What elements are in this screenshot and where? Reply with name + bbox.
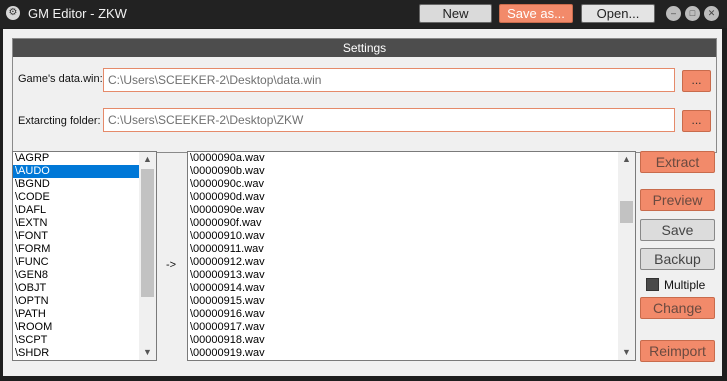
settings-group: Settings Game's data.win: C:\Users\SCEEK… [12, 38, 717, 153]
data-win-field[interactable]: C:\Users\SCEEKER-2\Desktop\data.win [103, 68, 675, 92]
list-item[interactable]: \0000090d.wav [188, 191, 635, 204]
list-item[interactable]: \FONT [13, 230, 156, 243]
list-item[interactable]: \BGND [13, 178, 156, 191]
change-button[interactable]: Change [640, 297, 715, 319]
extract-folder-label: Extarcting folder: [18, 115, 101, 127]
settings-title: Settings [13, 39, 716, 57]
scroll-down-icon[interactable]: ▼ [139, 345, 156, 360]
multiple-checkbox[interactable] [646, 278, 659, 291]
list-item[interactable]: \FUNC [13, 256, 156, 269]
arrow-label: -> [166, 259, 177, 271]
list-item[interactable]: \GEN8 [13, 269, 156, 282]
scroll-thumb[interactable] [620, 201, 633, 223]
list-item[interactable]: \00000919.wav [188, 347, 635, 360]
browse-extract-folder-button[interactable]: ... [682, 110, 711, 132]
client-area: Settings Game's data.win: C:\Users\SCEEK… [3, 29, 722, 376]
minimize-button[interactable]: – [666, 6, 681, 21]
list-item[interactable]: \00000911.wav [188, 243, 635, 256]
multiple-label: Multiple [664, 278, 706, 292]
gear-icon: ⚙ [6, 6, 20, 20]
list-item[interactable]: \EXTN [13, 217, 156, 230]
file-list[interactable]: \0000090a.wav \0000090b.wav \0000090c.wav \… [187, 151, 636, 361]
window-title: GM Editor - ZKW [28, 6, 127, 21]
list-item[interactable]: \PATH [13, 308, 156, 321]
close-icon: ✕ [707, 8, 716, 18]
save-button[interactable]: Save [640, 219, 715, 241]
list-item[interactable]: \00000910.wav [188, 230, 635, 243]
app-window: ⚙ GM Editor - ZKW New Save as... Open...… [0, 0, 727, 381]
data-win-label: Game's data.win: [18, 73, 103, 85]
list-item[interactable]: \0000090e.wav [188, 204, 635, 217]
list-item[interactable]: \00000916.wav [188, 308, 635, 321]
maximize-icon: □ [689, 8, 696, 18]
maximize-button[interactable]: □ [685, 6, 700, 21]
list-item[interactable]: \00000918.wav [188, 334, 635, 347]
extract-folder-field[interactable]: C:\Users\SCEEKER-2\Desktop\ZKW [103, 108, 675, 132]
list-item[interactable]: \00000914.wav [188, 282, 635, 295]
list-item[interactable]: \AGRP [13, 152, 156, 165]
title-bar: ⚙ GM Editor - ZKW New Save as... Open...… [0, 0, 727, 28]
list-item[interactable]: \0000090b.wav [188, 165, 635, 178]
file-list-scrollbar[interactable]: ▲ ▼ [618, 152, 635, 360]
scroll-thumb[interactable] [141, 169, 154, 297]
list-item[interactable]: \00000912.wav [188, 256, 635, 269]
list-item[interactable]: \0000090a.wav [188, 152, 635, 165]
file-items: \0000090a.wav \0000090b.wav \0000090c.wav \… [188, 152, 635, 360]
list-item[interactable]: \0000090f.wav [188, 217, 635, 230]
scroll-up-icon[interactable]: ▲ [139, 152, 156, 167]
minimize-icon: – [670, 8, 676, 18]
new-button[interactable]: New [419, 4, 492, 23]
open-button[interactable]: Open... [581, 4, 655, 23]
list-item[interactable]: \00000913.wav [188, 269, 635, 282]
list-item[interactable]: \SHDR [13, 347, 156, 360]
reimport-button[interactable]: Reimport [640, 340, 715, 362]
scroll-up-icon[interactable]: ▲ [618, 152, 635, 167]
list-item[interactable]: \CODE [13, 191, 156, 204]
chunk-items: \AGRP \AUDO \BGND \CODE \DAFL \EXTN \FONT \FORM… [13, 152, 156, 360]
save-as-button[interactable]: Save as... [499, 4, 573, 23]
backup-button[interactable]: Backup [640, 248, 715, 270]
scroll-down-icon[interactable]: ▼ [618, 345, 635, 360]
extract-button[interactable]: Extract [640, 151, 715, 173]
list-item[interactable]: \FORM [13, 243, 156, 256]
list-item[interactable]: \DAFL [13, 204, 156, 217]
preview-button[interactable]: Preview [640, 189, 715, 211]
list-item[interactable]: \OPTN [13, 295, 156, 308]
close-button[interactable]: ✕ [704, 6, 719, 21]
list-item[interactable]: \OBJT [13, 282, 156, 295]
list-item[interactable]: \0000090c.wav [188, 178, 635, 191]
chunk-list-scrollbar[interactable]: ▲ ▼ [139, 152, 156, 360]
list-item[interactable]: \00000917.wav [188, 321, 635, 334]
list-item[interactable]: \AUDO [13, 165, 156, 178]
chunk-list[interactable]: \AGRP \AUDO \BGND \CODE \DAFL \EXTN \FONT \FORM… [12, 151, 157, 361]
list-item[interactable]: \00000915.wav [188, 295, 635, 308]
list-item[interactable]: \SCPT [13, 334, 156, 347]
list-item[interactable]: \ROOM [13, 321, 156, 334]
browse-data-win-button[interactable]: ... [682, 70, 711, 92]
